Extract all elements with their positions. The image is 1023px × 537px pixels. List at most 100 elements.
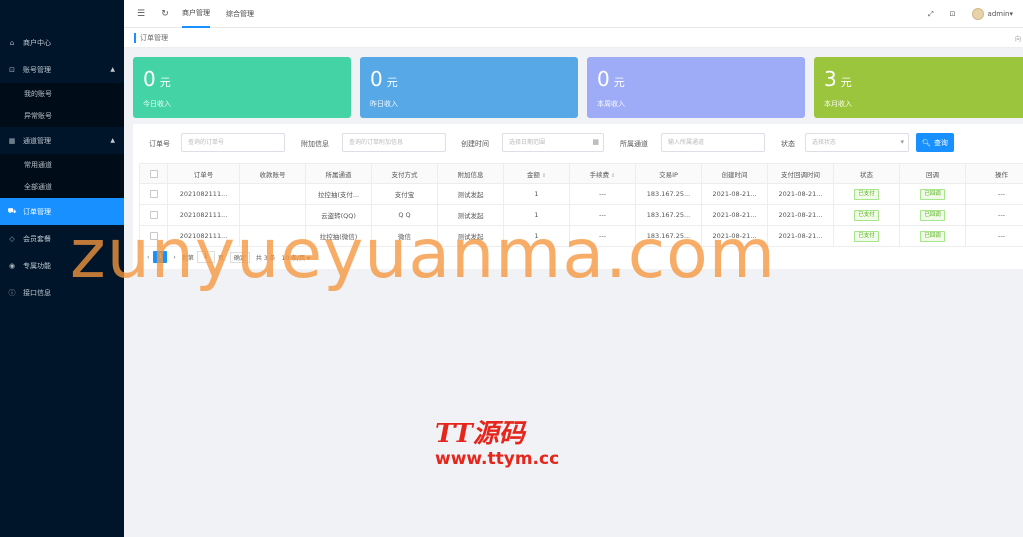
table-header-row: 订单号 收款账号 所属通道 支付方式 附加信息 金额 ⇕ 手续费 ⇕ 交易IP 创建… — [139, 163, 1023, 184]
search-button-label: 查询 — [933, 138, 948, 147]
col-header: 创建时间 — [701, 163, 768, 184]
attach-info-input[interactable]: 查询的订单附加信息 — [342, 133, 446, 152]
cell-callback: 已回调 — [899, 183, 966, 205]
stat-label: 今日收入 — [143, 100, 171, 108]
create-time-placeholder: 选择日期范围 — [509, 139, 546, 146]
stat-unit: 元 — [386, 76, 398, 89]
lock-screen-icon[interactable]: ⊡ — [950, 10, 956, 18]
top-nav-general-manage[interactable]: 综合管理 — [226, 0, 254, 28]
menu-toggle-icon[interactable]: ☰ — [134, 9, 148, 19]
status-placeholder: 选择状态 — [812, 139, 837, 146]
cell-status: 已支付 — [833, 183, 900, 205]
chevron-up-icon: ▲ — [110, 137, 115, 144]
col-header: 交易IP — [635, 163, 702, 184]
stat-unit: 元 — [613, 76, 625, 89]
diamond-icon: ◇ — [9, 234, 15, 243]
filter-bar: 订单号 查询的订单号 附加信息 查询的订单附加信息 创建时间 选择日期范围 ▦ … — [133, 130, 1023, 156]
cell-pay-method: 支付宝 — [371, 183, 438, 205]
calendar-icon: ▦ — [592, 138, 599, 146]
cell-created: 2021-08-21... — [701, 183, 768, 205]
chevron-up-icon: ▲ — [110, 66, 115, 73]
search-button[interactable]: 🔍︎ 查询 — [916, 133, 954, 152]
col-header: 操作 — [965, 163, 1023, 184]
sort-icon[interactable]: ⇕ — [611, 173, 615, 179]
cell-ip: 183.167.25... — [635, 183, 702, 205]
stat-card-month: 3元 本月收入 — [814, 57, 1023, 118]
callback-badge: 已回调 — [920, 209, 945, 221]
row-select-cell[interactable] — [139, 183, 168, 205]
search-icon: 🔍︎ — [922, 138, 931, 147]
col-header-amount[interactable]: 金额 ⇕ — [503, 163, 570, 184]
order-no-label: 订单号 — [149, 140, 170, 148]
col-header: 附加信息 — [437, 163, 504, 184]
sidebar-subitem-my-accounts[interactable]: 我的账号 — [0, 83, 124, 105]
status-select[interactable]: 选择状态 ▾ — [805, 133, 909, 152]
stat-unit: 元 — [159, 76, 171, 89]
cell-attach-info: 测试发起 — [437, 183, 504, 205]
col-header: 状态 — [833, 163, 900, 184]
top-nav-merchant-manage[interactable]: 商户管理 — [182, 0, 210, 28]
stat-value: 0 — [370, 67, 383, 91]
status-badge: 已支付 — [854, 188, 879, 200]
stat-card-today: 0元 今日收入 — [133, 57, 351, 118]
cell-status: 已支付 — [833, 225, 900, 247]
callback-badge: 已回调 — [920, 188, 945, 200]
sidebar-item-label: 专属功能 — [23, 261, 51, 270]
breadcrumb-current[interactable]: 订单管理 — [134, 32, 168, 43]
col-header: 订单号 — [167, 163, 240, 184]
info-icon: ⓘ — [8, 288, 16, 297]
col-header-label: 金额 — [526, 170, 540, 179]
sidebar-subitem-common-channels[interactable]: 常用通道 — [0, 154, 124, 176]
channel-input[interactable]: 输入所属通道 — [661, 133, 765, 152]
user-name: admin — [987, 10, 1010, 18]
dashboard-icon: ◉ — [8, 261, 16, 270]
stat-label: 昨日收入 — [370, 100, 398, 108]
sidebar-item-label: 通道管理 — [23, 136, 51, 145]
col-header-label: 手续费 — [589, 170, 610, 179]
breadcrumb: 订单管理 向 — [124, 28, 1023, 48]
create-time-input[interactable]: 选择日期范围 ▦ — [502, 133, 604, 152]
avatar — [971, 8, 984, 20]
select-all-checkbox[interactable] — [149, 169, 158, 178]
watermark-logo-url: www.ttym.cc — [435, 449, 560, 469]
col-header: 支付方式 — [371, 163, 438, 184]
order-no-input[interactable]: 查询的订单号 — [181, 133, 285, 152]
chevron-down-icon: ▾ — [900, 138, 904, 146]
cell-amount: 1 — [503, 183, 570, 205]
stat-unit: 元 — [840, 76, 852, 89]
cart-icon: ⛟ — [7, 207, 17, 215]
status-badge: 已支付 — [854, 230, 879, 242]
sidebar-subitem-all-channels[interactable]: 全部通道 — [0, 176, 124, 198]
top-bar: ☰ ↻ 商户管理 综合管理 ⤢ ⊡ admin▾ — [124, 0, 1023, 28]
row-checkbox[interactable] — [149, 190, 158, 198]
stat-value: 3 — [824, 67, 837, 91]
refresh-icon[interactable]: ↻ — [158, 9, 172, 19]
cell-actions: --- — [965, 225, 1023, 247]
create-time-label: 创建时间 — [461, 140, 489, 148]
sort-icon[interactable]: ⇕ — [542, 173, 546, 179]
stat-card-week: 0元 本周收入 — [587, 57, 805, 118]
sidebar-subitem-abnormal-accounts[interactable]: 异常账号 — [0, 105, 124, 127]
stat-label: 本月收入 — [824, 100, 852, 108]
status-label: 状态 — [781, 140, 795, 148]
cell-callback-time: 2021-08-21... — [767, 204, 834, 226]
sidebar-item-label: 账号管理 — [23, 65, 51, 74]
stat-card-yesterday: 0元 昨日收入 — [360, 57, 578, 118]
sidebar-item-channel-manage[interactable]: ▦ 通道管理 ▲ — [0, 127, 124, 154]
top-right-tools: ⤢ ⊡ admin▾ — [928, 0, 1013, 28]
stat-label: 本周收入 — [597, 100, 625, 108]
sidebar-item-merchant-center[interactable]: ⌂ 商户中心 — [0, 29, 124, 56]
cell-callback: 已回调 — [899, 204, 966, 226]
select-all-cell[interactable] — [139, 163, 168, 184]
col-header: 收款账号 — [239, 163, 306, 184]
sidebar-item-account-manage[interactable]: ⊡ 账号管理 ▲ — [0, 56, 124, 83]
cell-actions: --- — [965, 183, 1023, 205]
sidebar-logo-area — [0, 0, 124, 29]
col-header-fee[interactable]: 手续费 ⇕ — [569, 163, 636, 184]
fullscreen-icon[interactable]: ⤢ — [928, 10, 934, 19]
cell-callback: 已回调 — [899, 225, 966, 247]
user-menu[interactable]: admin▾ — [971, 8, 1013, 20]
grid-icon: ▦ — [8, 136, 16, 145]
cell-order-no: 2021082111... — [167, 183, 240, 205]
callback-badge: 已回调 — [920, 230, 945, 242]
